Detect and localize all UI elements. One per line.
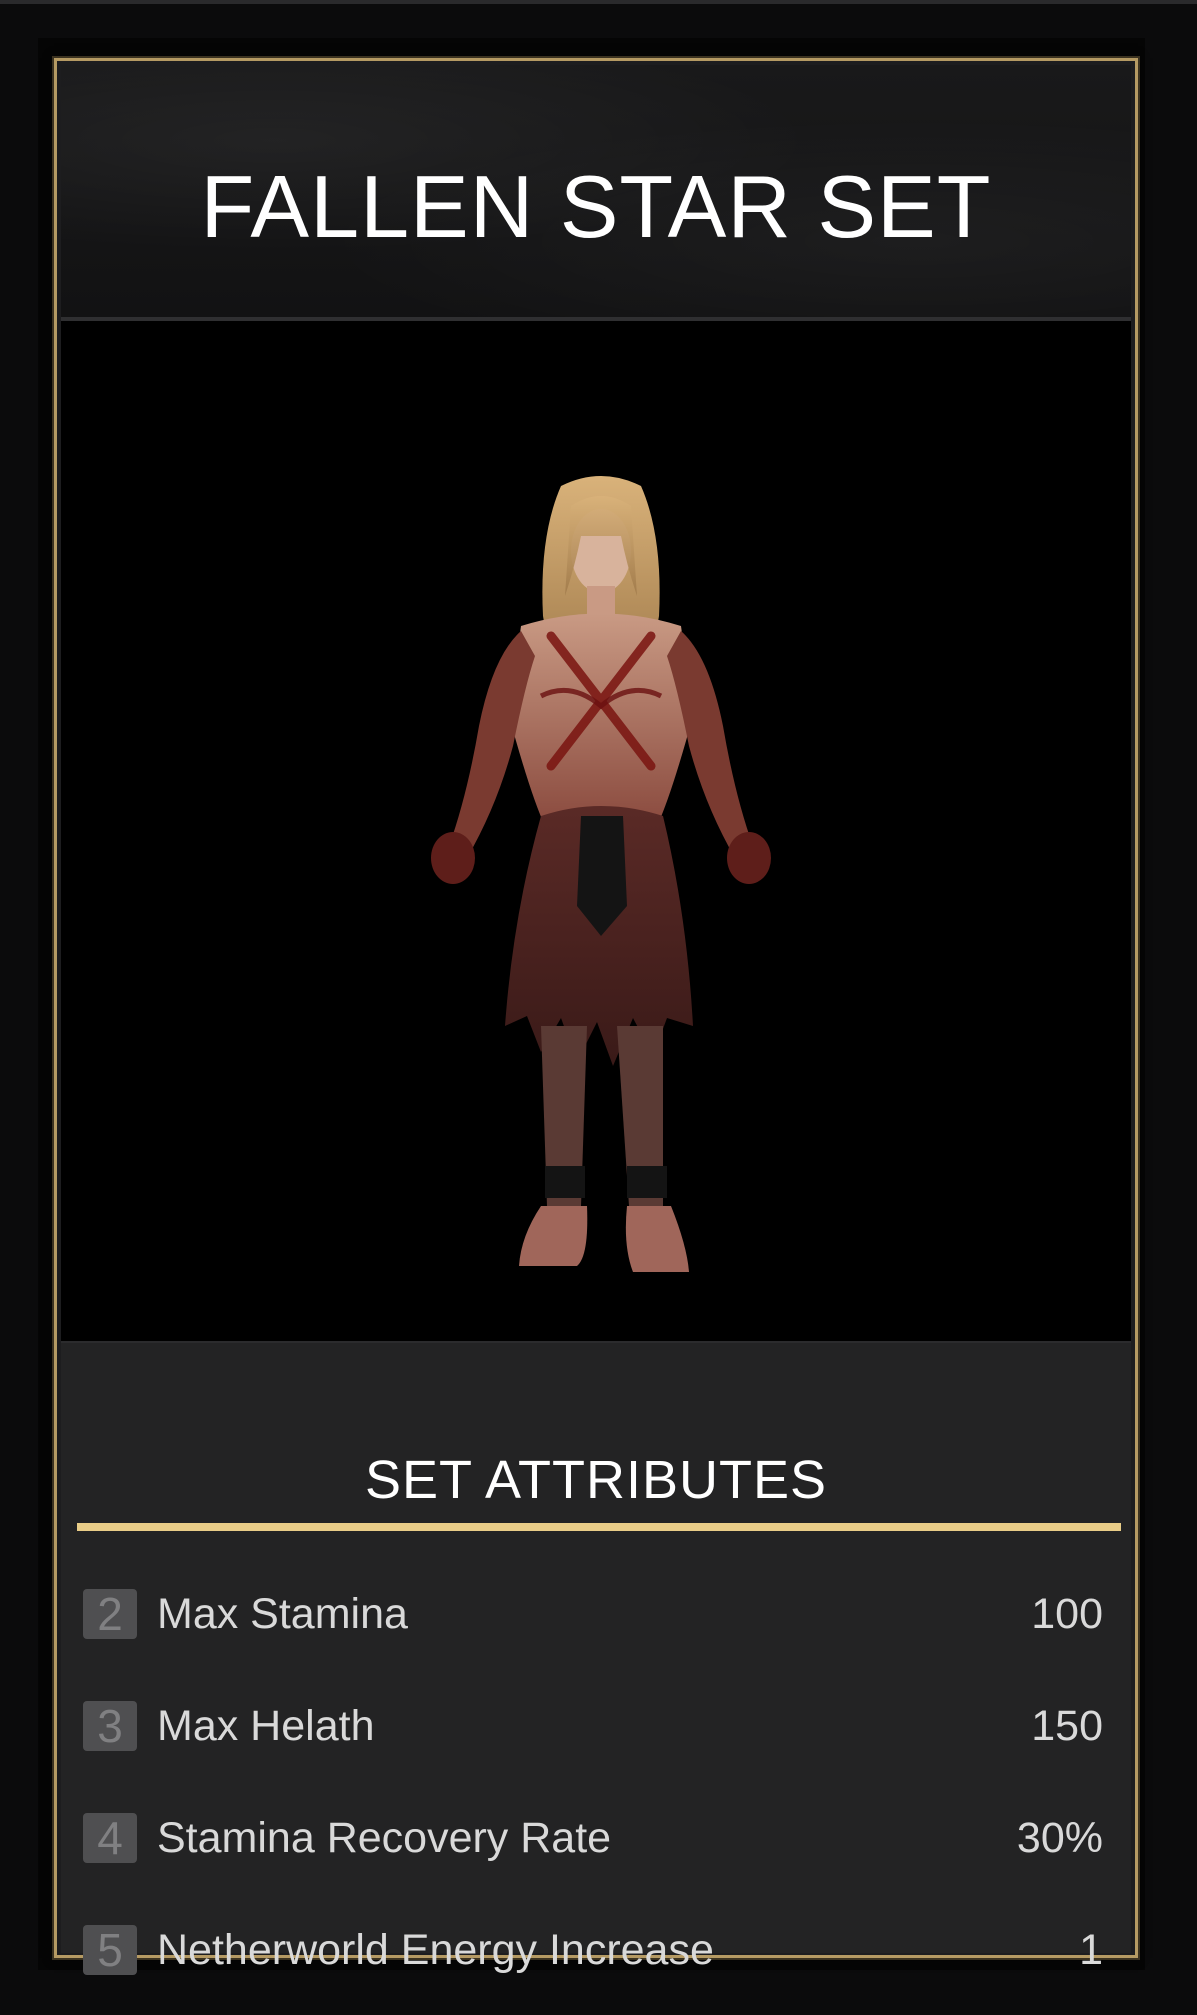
heading-underline bbox=[77, 1523, 1121, 1531]
piece-count-badge: 2 bbox=[83, 1589, 137, 1639]
attribute-row: 4 Stamina Recovery Rate 30% bbox=[83, 1797, 1103, 1877]
set-attributes-panel: SET ATTRIBUTES 2 Max Stamina 100 3 Max H… bbox=[61, 1343, 1131, 1975]
attribute-value: 1 bbox=[1079, 1926, 1103, 1974]
piece-count-badge: 5 bbox=[83, 1925, 137, 1975]
set-card: FALLEN STAR SET SET ATTRIBUTES 2 Max Sta… bbox=[54, 58, 1138, 1975]
set-attributes-heading: SET ATTRIBUTES bbox=[364, 1450, 828, 1510]
attribute-name: Stamina Recovery Rate bbox=[157, 1814, 612, 1862]
character-image-panel bbox=[61, 321, 1131, 1343]
attribute-name: Max Helath bbox=[157, 1702, 375, 1750]
card-header: FALLEN STAR SET bbox=[61, 65, 1131, 321]
attribute-row: 2 Max Stamina 100 bbox=[83, 1573, 1103, 1653]
attribute-value: 150 bbox=[1031, 1702, 1103, 1750]
attribute-row: 3 Max Helath 150 bbox=[83, 1685, 1103, 1765]
set-title: FALLEN STAR SET bbox=[200, 157, 992, 256]
attribute-name: Max Stamina bbox=[157, 1590, 408, 1638]
attribute-row: 5 Netherworld Energy Increase 1 bbox=[83, 1909, 1103, 1989]
piece-count-badge: 3 bbox=[83, 1701, 137, 1751]
top-edge bbox=[0, 0, 1197, 4]
attribute-name: Netherworld Energy Increase bbox=[157, 1926, 714, 1974]
attribute-value: 100 bbox=[1031, 1590, 1103, 1638]
character-illustration bbox=[431, 476, 771, 1272]
attribute-value: 30% bbox=[1016, 1814, 1103, 1862]
piece-count-badge: 4 bbox=[83, 1813, 137, 1863]
